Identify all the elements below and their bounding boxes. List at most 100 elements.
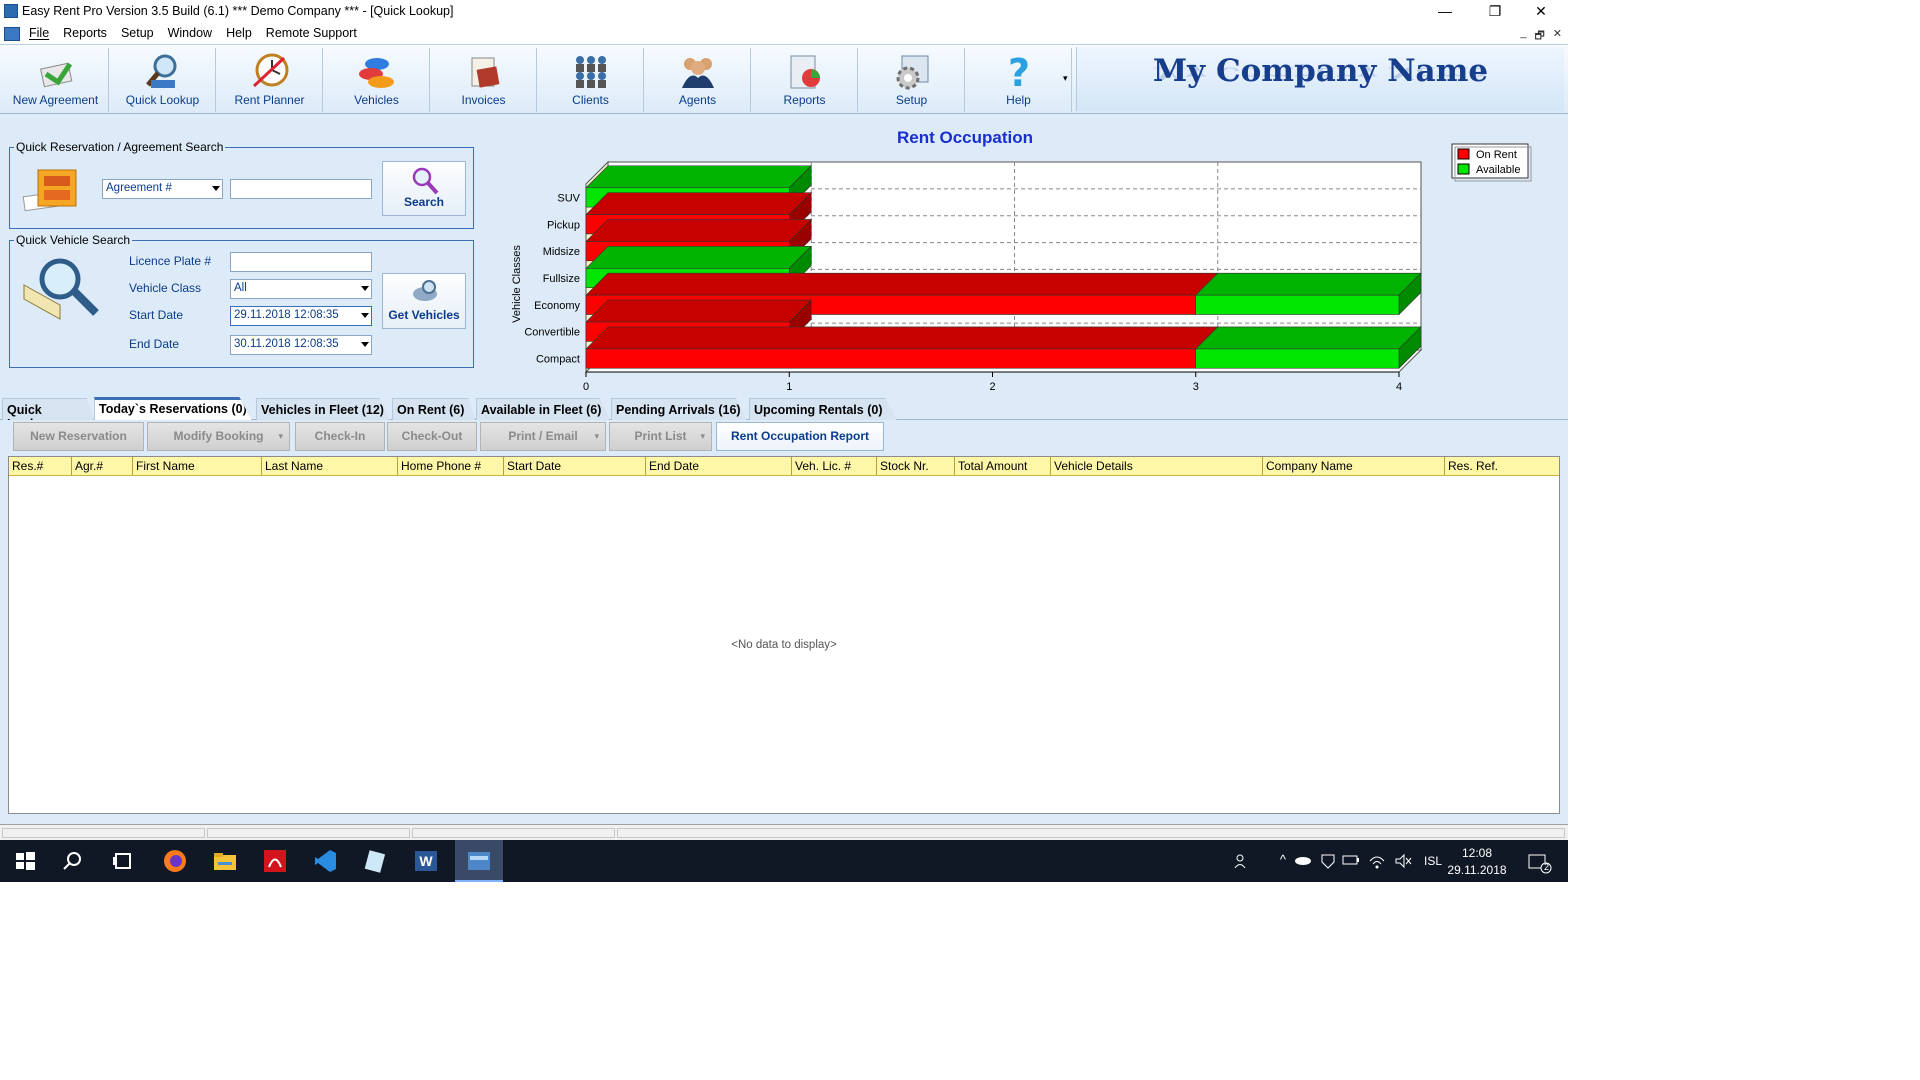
- category-label: Fullsize: [543, 273, 580, 285]
- modify-booking-button[interactable]: Modify Booking ▾: [147, 422, 290, 451]
- new-agreement-icon: [39, 62, 72, 88]
- chevron-down-icon: [361, 286, 369, 291]
- search-button[interactable]: Search: [382, 161, 466, 216]
- dropdown-arrow-icon: ▾: [278, 431, 283, 441]
- column-header-start-date[interactable]: Start Date: [504, 457, 646, 475]
- chart-title: Rent Occupation: [897, 128, 1033, 147]
- notepad-icon[interactable]: [362, 848, 388, 874]
- category-label: Compact: [536, 354, 580, 366]
- column-header-res-ref[interactable]: Res. Ref.: [1445, 457, 1559, 475]
- new-agreement-button[interactable]: New Agreement: [3, 48, 109, 112]
- vscode-icon[interactable]: [312, 848, 338, 874]
- category-label: Midsize: [543, 246, 580, 258]
- clock[interactable]: 12:08 29.11.2018: [1442, 845, 1512, 879]
- menu-window[interactable]: Window: [168, 26, 212, 40]
- clients-button[interactable]: Clients: [538, 48, 644, 112]
- file-explorer-icon[interactable]: [212, 848, 238, 874]
- search-type-select[interactable]: Agreement #: [102, 179, 223, 199]
- get-vehicles-button[interactable]: Get Vehicles: [382, 273, 466, 329]
- column-header-vehicle-details[interactable]: Vehicle Details: [1051, 457, 1263, 475]
- toolbar-overflow-button[interactable]: ▾: [1063, 73, 1068, 84]
- battery-icon[interactable]: [1342, 854, 1360, 866]
- check-in-button[interactable]: Check-In: [295, 422, 385, 451]
- rent-planner-button[interactable]: Rent Planner: [217, 48, 323, 112]
- setup-button[interactable]: Setup: [859, 48, 965, 112]
- menu-file[interactable]: File: [29, 26, 49, 40]
- licence-plate-label: Licence Plate #: [129, 254, 212, 268]
- tab-pending-arrivals[interactable]: Pending Arrivals (16): [611, 398, 747, 420]
- column-header-last-name[interactable]: Last Name: [262, 457, 398, 475]
- task-view-icon[interactable]: [110, 848, 136, 874]
- reports-label: Reports: [783, 93, 826, 107]
- bar-top-face: [585, 246, 812, 269]
- onedrive-icon[interactable]: [1294, 854, 1312, 866]
- agents-button[interactable]: Agents: [645, 48, 751, 112]
- column-header-total-amount[interactable]: Total Amount: [955, 457, 1051, 475]
- bar-top-face: [585, 219, 812, 242]
- tab-quick-lookup[interactable]: Quick Lookup: [2, 398, 94, 420]
- start-date-picker[interactable]: 29.11.2018 12:08:35: [230, 306, 372, 326]
- close-button[interactable]: ✕: [1518, 0, 1564, 24]
- menu-help[interactable]: Help: [226, 26, 252, 40]
- modify-booking-label: Modify Booking: [173, 429, 264, 443]
- licence-plate-input[interactable]: [230, 252, 372, 272]
- chevron-up-icon[interactable]: ^: [1280, 852, 1286, 867]
- get-vehicles-label: Get Vehicles: [388, 308, 460, 322]
- shield-icon[interactable]: [1320, 853, 1336, 869]
- rent-planner-icon: [252, 53, 288, 88]
- rent-occupation-chart: Rent Occupation SUV Pickup Midsize Fullsize E…: [500, 122, 1560, 394]
- new-reservation-button[interactable]: New Reservation: [13, 422, 144, 451]
- menu-remote-support[interactable]: Remote Support: [266, 26, 357, 40]
- file-cabinet-icon: [22, 169, 77, 212]
- maximize-button[interactable]: ❐: [1472, 0, 1518, 24]
- search-input[interactable]: [230, 179, 372, 199]
- mdi-window-icon[interactable]: [4, 27, 20, 41]
- print-list-button[interactable]: Print List ▾: [609, 422, 712, 451]
- minimize-button[interactable]: —: [1422, 0, 1468, 24]
- word-icon[interactable]: W: [413, 848, 439, 874]
- vehicle-class-value: All: [234, 282, 247, 294]
- people-icon[interactable]: [1234, 853, 1252, 869]
- reports-button[interactable]: Reports: [752, 48, 858, 112]
- invoices-button[interactable]: Invoices: [431, 48, 537, 112]
- firefox-icon[interactable]: [162, 848, 188, 874]
- column-header-veh-lic[interactable]: Veh. Lic. #: [792, 457, 877, 475]
- tab-todays-reservations[interactable]: Today`s Reservations (0): [94, 397, 252, 421]
- check-out-button[interactable]: Check-Out: [387, 422, 477, 451]
- reservations-grid[interactable]: Res.# Agr.# First Name Last Name Home Ph…: [8, 456, 1560, 814]
- column-header-home-phone[interactable]: Home Phone #: [398, 457, 504, 475]
- column-header-first-name[interactable]: First Name: [133, 457, 262, 475]
- search-icon[interactable]: [60, 848, 86, 874]
- column-header-res[interactable]: Res.#: [9, 457, 72, 475]
- check-in-label: Check-In: [314, 429, 366, 443]
- tab-available-in-fleet[interactable]: Available in Fleet (6): [476, 398, 610, 420]
- acrobat-icon[interactable]: [262, 848, 288, 874]
- print-email-button[interactable]: Print / Email ▾: [480, 422, 606, 451]
- end-date-picker[interactable]: 30.11.2018 12:08:35: [230, 335, 372, 355]
- vehicle-class-select[interactable]: All: [230, 279, 372, 299]
- menu-reports[interactable]: Reports: [63, 26, 107, 40]
- setup-icon: [896, 55, 928, 90]
- quick-lookup-button[interactable]: Quick Lookup: [110, 48, 216, 112]
- category-label: SUV: [557, 192, 580, 204]
- rent-occupation-report-button[interactable]: Rent Occupation Report: [716, 422, 884, 451]
- column-header-end-date[interactable]: End Date: [646, 457, 792, 475]
- menu-setup[interactable]: Setup: [121, 26, 154, 40]
- input-language[interactable]: ISL: [1424, 854, 1442, 868]
- easy-rent-taskbar-button[interactable]: [455, 840, 503, 882]
- volume-muted-icon[interactable]: [1394, 853, 1412, 869]
- legend-swatch: [1457, 148, 1470, 160]
- column-header-company-name[interactable]: Company Name: [1263, 457, 1445, 475]
- wifi-icon[interactable]: [1368, 853, 1386, 869]
- bar-top-face: [585, 326, 1219, 350]
- vehicles-button[interactable]: Vehicles: [324, 48, 430, 112]
- tab-upcoming-rentals[interactable]: Upcoming Rentals (0): [749, 398, 897, 420]
- column-header-stock-nr[interactable]: Stock Nr.: [877, 457, 955, 475]
- tab-on-rent[interactable]: On Rent (6): [392, 398, 475, 420]
- help-button[interactable]: ? Help: [966, 48, 1072, 112]
- windows-start-icon[interactable]: [12, 848, 38, 874]
- end-date-label: End Date: [129, 337, 180, 351]
- check-out-label: Check-Out: [401, 429, 463, 443]
- column-header-agr[interactable]: Agr.#: [72, 457, 133, 475]
- tab-vehicles-in-fleet[interactable]: Vehicles in Fleet (12): [256, 398, 390, 420]
